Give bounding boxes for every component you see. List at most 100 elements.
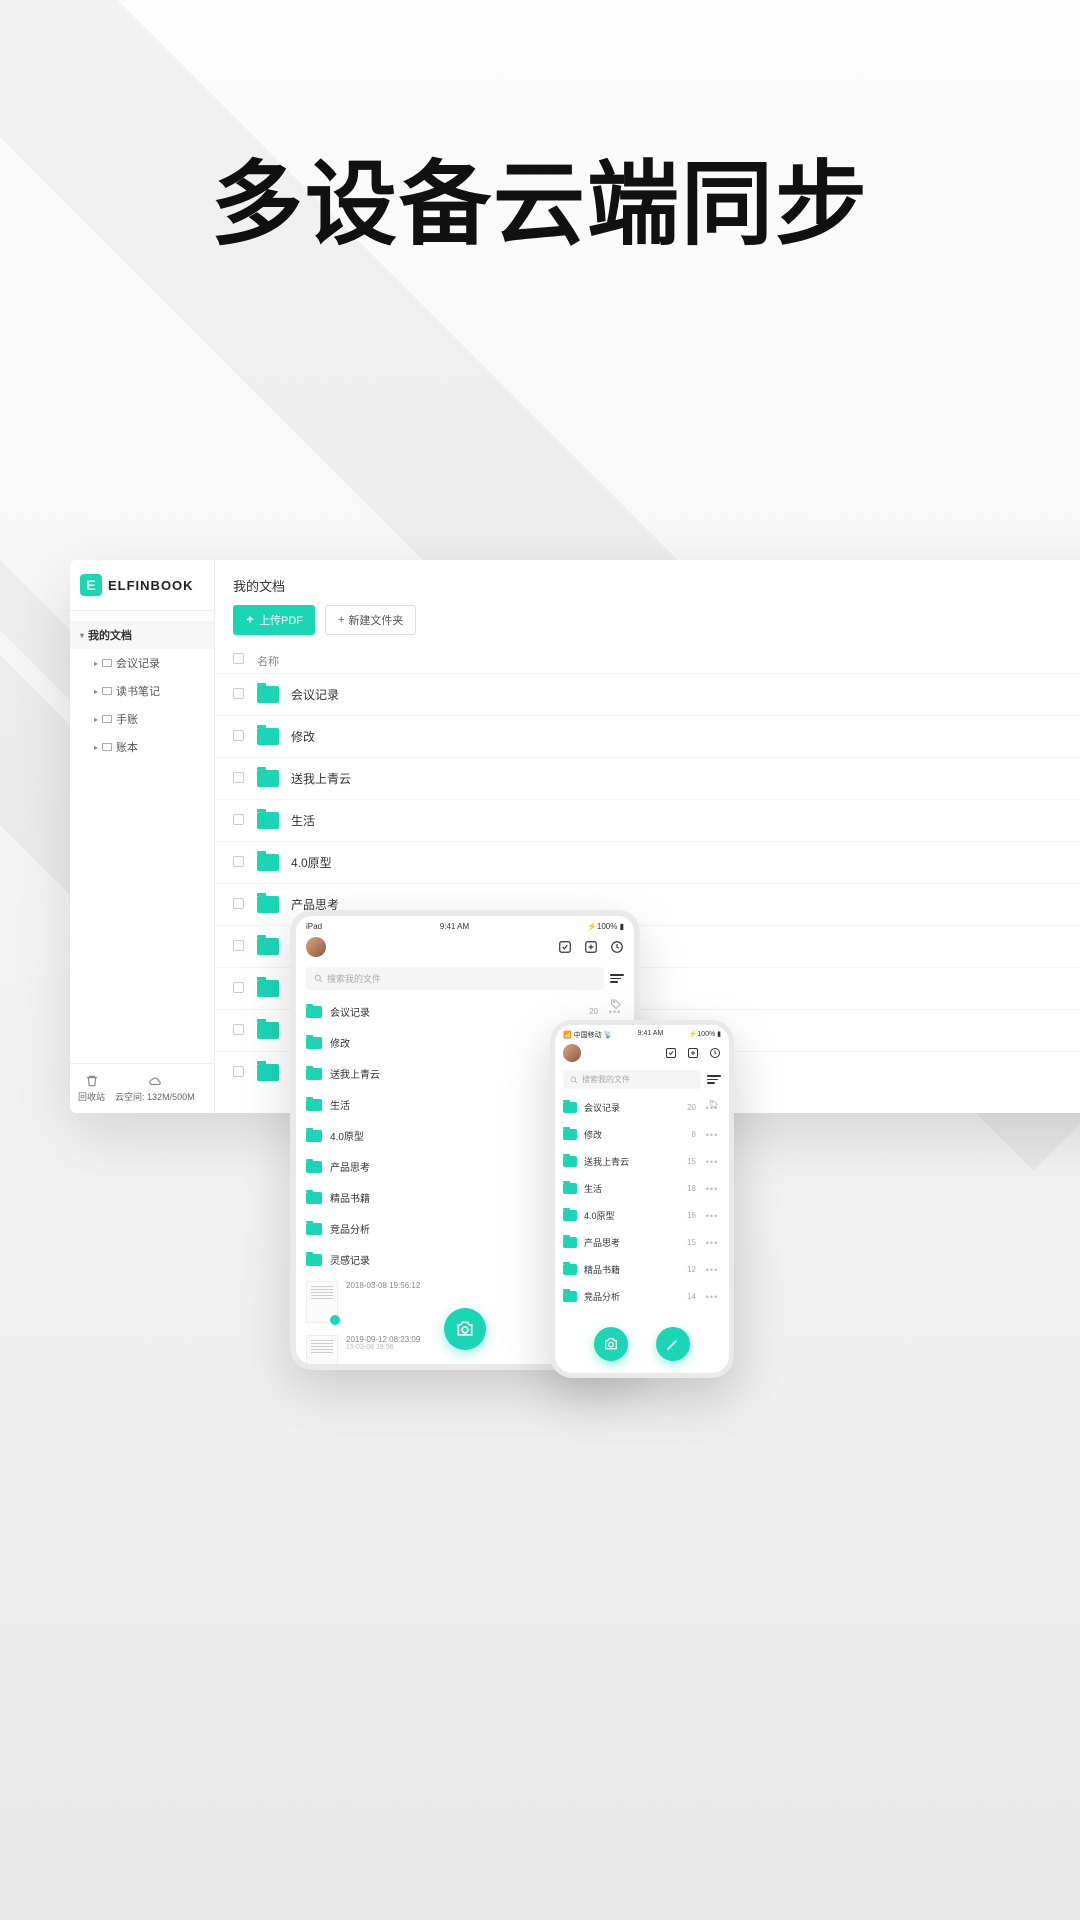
sidebar-item[interactable]: ▸会议记录 [70, 649, 214, 677]
more-icon[interactable]: ••• [703, 1265, 721, 1275]
list-item[interactable]: 精品书籍 12 ••• [563, 1256, 721, 1283]
upload-pdf-button[interactable]: 上传PDF [233, 605, 315, 635]
sidebar-item[interactable]: ▸手账 [70, 705, 214, 733]
row-checkbox[interactable] [233, 982, 244, 993]
camera-icon [603, 1336, 619, 1352]
folder-icon [102, 659, 112, 667]
table-row[interactable]: 修改2019-8-23 12:01:23 [215, 715, 1080, 757]
item-name: 生活 [330, 1097, 572, 1112]
camera-fab[interactable] [594, 1327, 628, 1361]
add-square-icon[interactable] [584, 940, 598, 954]
avatar[interactable] [563, 1044, 581, 1062]
list-item[interactable]: 修改 8 ••• [563, 1121, 721, 1148]
item-count: 16 [678, 1211, 696, 1220]
content-title: 我的文档 [215, 560, 1080, 605]
add-square-icon[interactable] [687, 1047, 699, 1059]
chevron-right-icon: ▸ [94, 687, 98, 696]
list-item[interactable]: 生活18••• [563, 1175, 721, 1202]
item-name: 竞品分析 [330, 1221, 572, 1236]
search-input[interactable]: 搜索我的文件 [563, 1070, 701, 1089]
row-name: 生活 [291, 812, 1080, 829]
status-battery: 100% [597, 922, 617, 931]
clock-icon[interactable] [709, 1047, 721, 1059]
folder-icon [563, 1102, 577, 1113]
folder-icon [257, 980, 279, 997]
status-bar: iPad 9:41 AM ⚡100% ▮ [296, 916, 634, 933]
status-time: 9:41 AM [440, 922, 469, 931]
item-count: 8 [678, 1130, 696, 1139]
list-item[interactable]: 竞品分析14••• [563, 1283, 721, 1310]
brand-logo-icon: E [80, 574, 102, 596]
tag-icon[interactable] [709, 1099, 719, 1109]
row-checkbox[interactable] [233, 688, 244, 699]
folder-icon [306, 1223, 322, 1235]
list-item[interactable]: 4.0原型 16 ••• [563, 1202, 721, 1229]
clock-icon[interactable] [610, 940, 624, 954]
row-checkbox[interactable] [233, 1024, 244, 1035]
table-row[interactable]: 送我上青云2019-8-23 12:01:23 [215, 757, 1080, 799]
list-item[interactable]: 会议记录20••• [563, 1094, 721, 1121]
item-name: 修改 [584, 1128, 671, 1141]
more-icon[interactable]: ••• [703, 1184, 721, 1194]
folder-icon [257, 686, 279, 703]
item-name: 生活 [584, 1182, 671, 1195]
trash-link[interactable]: 回收站 [78, 1074, 105, 1103]
tag-icon[interactable] [610, 998, 622, 1010]
cloud-icon [148, 1074, 162, 1088]
phone-mock: 📶 中国移动 📡 9:41 AM ⚡100% ▮ 搜索我的文件 会议记录20••… [550, 1020, 734, 1378]
folder-icon [563, 1210, 577, 1221]
select-all-checkbox[interactable] [233, 653, 244, 664]
more-icon[interactable]: ••• [703, 1157, 721, 1167]
status-battery: 100% [697, 1031, 715, 1038]
row-checkbox[interactable] [233, 730, 244, 741]
folder-icon [102, 687, 112, 695]
avatar[interactable] [306, 937, 326, 957]
folder-icon [306, 1037, 322, 1049]
list-item[interactable]: 送我上青云15••• [563, 1148, 721, 1175]
sidebar-item[interactable]: ▸账本 [70, 733, 214, 761]
cloud-label: 云空间: [115, 1092, 145, 1102]
folder-icon [306, 1130, 322, 1142]
row-checkbox[interactable] [233, 772, 244, 783]
status-bar: 📶 中国移动 📡 9:41 AM ⚡100% ▮ [555, 1025, 729, 1041]
more-icon[interactable]: ••• [703, 1238, 721, 1248]
search-input[interactable]: 搜索我的文件 [306, 967, 604, 990]
more-icon[interactable]: ••• [703, 1130, 721, 1140]
folder-icon [257, 896, 279, 913]
row-checkbox[interactable] [233, 940, 244, 951]
table-row[interactable]: 生活2019-8-23 12:01:23 [215, 799, 1080, 841]
check-square-icon[interactable] [558, 940, 572, 954]
item-count: 12 [678, 1265, 696, 1274]
folder-icon [563, 1129, 577, 1140]
upload-icon [245, 615, 255, 625]
table-row[interactable]: 4.0原型2019-8-23 12:01:23 [215, 841, 1080, 883]
row-checkbox[interactable] [233, 898, 244, 909]
row-checkbox[interactable] [233, 856, 244, 867]
folder-icon [563, 1237, 577, 1248]
row-checkbox[interactable] [233, 814, 244, 825]
folder-icon [306, 1006, 322, 1018]
row-checkbox[interactable] [233, 1066, 244, 1077]
folder-icon [563, 1156, 577, 1167]
item-count: 14 [678, 1292, 696, 1301]
item-name: 精品书籍 [584, 1263, 671, 1276]
folder-icon [306, 1192, 322, 1204]
sidebar-root[interactable]: ▾ 我的文档 [70, 621, 214, 649]
brand: E ELFINBOOK [70, 560, 214, 611]
sort-icon[interactable] [610, 974, 624, 983]
edit-fab[interactable] [656, 1327, 690, 1361]
more-icon[interactable]: ••• [703, 1211, 721, 1221]
column-name[interactable]: 名称 [257, 653, 1080, 669]
check-square-icon[interactable] [665, 1047, 677, 1059]
table-row[interactable]: 会议记录2019-8-23 12:01:23 [215, 673, 1080, 715]
more-icon[interactable]: ••• [703, 1292, 721, 1302]
new-folder-label: 新建文件夹 [348, 612, 403, 628]
item-name: 4.0原型 [584, 1209, 671, 1222]
sidebar-item[interactable]: ▸读书笔记 [70, 677, 214, 705]
folder-icon [257, 770, 279, 787]
list-item[interactable]: 产品思考15••• [563, 1229, 721, 1256]
new-folder-button[interactable]: + 新建文件夹 [325, 605, 416, 635]
item-name: 修改 [330, 1035, 572, 1050]
sort-icon[interactable] [707, 1075, 721, 1084]
camera-fab[interactable] [444, 1308, 486, 1350]
